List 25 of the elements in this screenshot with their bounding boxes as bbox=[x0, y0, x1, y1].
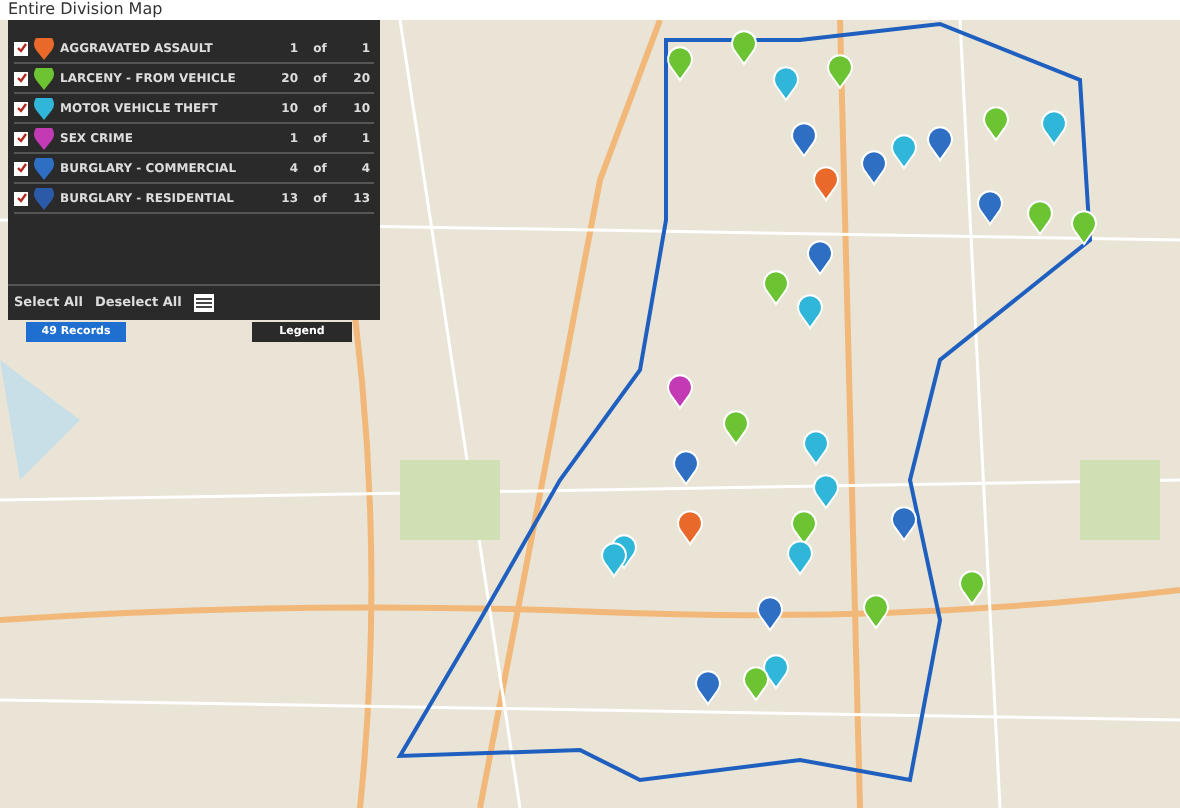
map-pin-icon[interactable] bbox=[813, 166, 839, 201]
list-icon[interactable] bbox=[193, 294, 214, 312]
map-pin-icon[interactable] bbox=[891, 506, 917, 541]
park-area bbox=[400, 460, 500, 540]
map-pin-icon[interactable] bbox=[807, 240, 833, 275]
map-pin-icon[interactable] bbox=[1071, 210, 1097, 245]
map-pin-icon[interactable] bbox=[861, 150, 887, 185]
layer-checkbox[interactable] bbox=[14, 101, 28, 115]
layer-checkbox[interactable] bbox=[14, 191, 28, 205]
map-pin-icon[interactable] bbox=[695, 670, 721, 705]
map-pin-icon[interactable] bbox=[977, 190, 1003, 225]
map-pin-icon[interactable] bbox=[757, 596, 783, 631]
map-pin-icon[interactable] bbox=[927, 126, 953, 161]
map-pin-icon[interactable] bbox=[667, 46, 693, 81]
layer-checkbox[interactable] bbox=[14, 71, 28, 85]
layer-checkbox[interactable] bbox=[14, 131, 28, 145]
map-title: Entire Division Map bbox=[8, 2, 163, 18]
map-pin-icon[interactable] bbox=[677, 510, 703, 545]
river-area bbox=[0, 360, 80, 480]
park-area bbox=[1080, 460, 1160, 540]
map-pin-icon[interactable] bbox=[673, 450, 699, 485]
map-pin-icon[interactable] bbox=[667, 374, 693, 409]
layer-checkbox[interactable] bbox=[14, 161, 28, 175]
map-pin-icon[interactable] bbox=[791, 122, 817, 157]
layer-checkbox[interactable] bbox=[14, 41, 28, 55]
